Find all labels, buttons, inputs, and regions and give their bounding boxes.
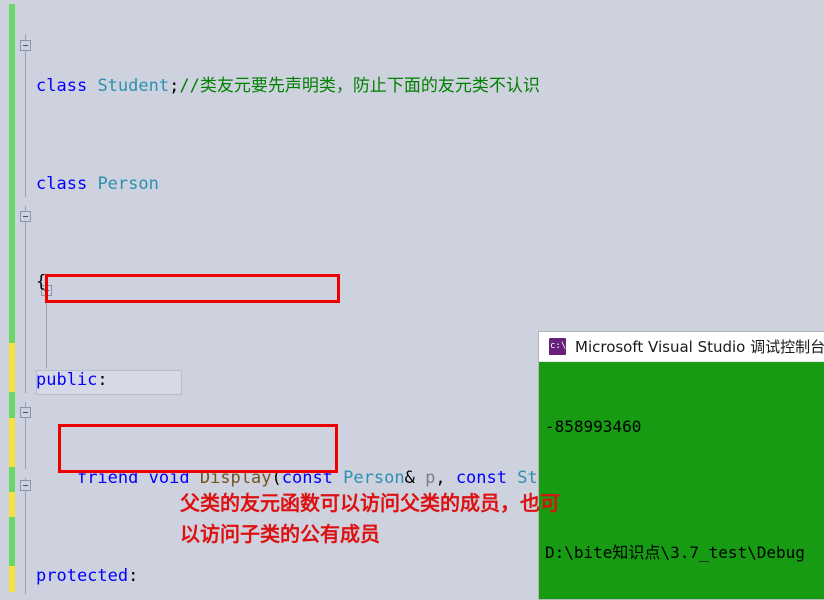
change-bar-green — [9, 392, 15, 418]
console-output: -858993460 D:\bite知识点\3.7_test\Debug 要在调… — [539, 362, 824, 599]
code-line: class Person — [36, 173, 159, 194]
fold-toggle-class-student[interactable] — [20, 211, 31, 222]
change-bar-green — [9, 517, 15, 566]
change-bar-yellow — [9, 343, 15, 392]
change-bar-green — [9, 467, 15, 492]
outline-segment — [25, 34, 26, 197]
change-bar-yellow — [9, 566, 15, 592]
fold-toggle-main-func[interactable] — [20, 480, 31, 491]
change-bar-yellow — [9, 418, 15, 467]
annotation-note-line1: 父类的友元函数可以访问父类的成员，也可 — [180, 491, 560, 515]
code-line: class Student;//类友元要先声明类，防止下面的友元类不认识 — [36, 75, 540, 96]
console-app-icon — [549, 338, 566, 355]
annotation-box-public-member — [45, 274, 340, 303]
screenshot-root: class Student;//类友元要先声明类，防止下面的友元类不认识 cla… — [0, 0, 824, 600]
fold-toggle-display-func[interactable] — [20, 407, 31, 418]
change-bar-green — [9, 4, 15, 343]
annotation-box-friend-body — [58, 424, 338, 473]
console-title-bar[interactable]: Microsoft Visual Studio 调试控制台 — [539, 332, 824, 362]
change-bar-yellow — [9, 492, 15, 517]
outline-segment — [25, 478, 26, 594]
debug-console-window[interactable]: Microsoft Visual Studio 调试控制台 -858993460… — [538, 331, 824, 600]
console-output-line: -858993460 — [545, 417, 642, 436]
outline-segment — [25, 206, 26, 393]
fold-toggle-class-person[interactable] — [20, 40, 31, 51]
console-title: Microsoft Visual Studio 调试控制台 — [575, 338, 824, 356]
annotation-note-line2: 以访问子类的公有成员 — [180, 522, 380, 546]
console-output-line: D:\bite知识点\3.7_test\Debug — [545, 543, 805, 562]
